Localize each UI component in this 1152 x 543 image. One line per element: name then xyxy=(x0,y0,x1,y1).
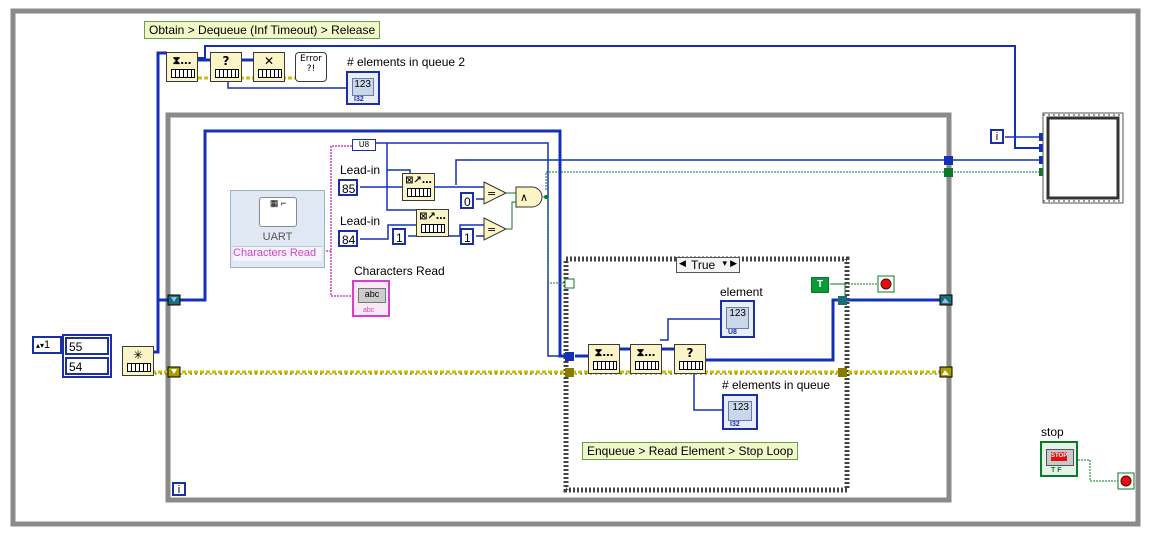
search-array-icon[interactable]: ⊠↗… xyxy=(416,209,449,237)
array-value-2[interactable]: 54 xyxy=(65,357,109,375)
inner-iteration-terminal: i xyxy=(172,482,186,496)
outer-iteration-terminal: i xyxy=(990,129,1004,144)
and-icon: ∧ xyxy=(515,186,543,208)
elements-in-queue-2-label: # elements in queue 2 xyxy=(347,55,466,69)
lead-in-84[interactable]: 84 xyxy=(338,230,358,247)
obtain-queue-icon[interactable]: ⧗… xyxy=(166,52,198,82)
elements-in-queue-indicator: 123 I32 xyxy=(722,394,758,430)
element-label: element xyxy=(720,285,763,299)
to-u8-icon: U8 xyxy=(352,139,376,151)
case-selector[interactable]: ◀ True ▾ ▶ xyxy=(676,257,740,273)
dequeue-icon[interactable]: ? xyxy=(210,52,242,82)
queue-size-constant[interactable]: ▴▾1 xyxy=(32,336,62,354)
film-cluster-indicator xyxy=(1042,112,1124,204)
stop-terminal-icon xyxy=(877,275,895,293)
enqueue-icon[interactable]: ⧗… xyxy=(588,344,620,374)
lead-in-label-1: Lead-in xyxy=(340,163,381,177)
stop-terminal-icon xyxy=(1117,472,1135,490)
obtain-queue-icon[interactable]: ✳ xyxy=(122,346,154,376)
svg-text:∧: ∧ xyxy=(520,191,528,204)
true-constant[interactable]: T xyxy=(811,277,829,293)
one-constant-b[interactable]: 1 xyxy=(460,228,474,245)
characters-read-indicator: abc abc xyxy=(352,280,390,317)
element-indicator: 123 U8 xyxy=(720,300,755,338)
outer-while-loop xyxy=(10,8,1141,527)
zero-constant[interactable]: 0 xyxy=(460,192,474,209)
svg-text:=: = xyxy=(487,223,496,236)
one-constant-a[interactable]: 1 xyxy=(392,228,406,245)
characters-read-label: Characters Read xyxy=(354,264,445,278)
svg-text:=: = xyxy=(487,187,496,200)
inner-comment: Enqueue > Read Element > Stop Loop xyxy=(582,442,799,460)
uart-express-vi-icon[interactable]: ▦ ⌐ UART Characters Read xyxy=(230,190,325,268)
uart-title: UART xyxy=(262,231,293,243)
elements-in-queue-label: # elements in queue xyxy=(722,378,831,392)
queue-status-icon[interactable]: ? xyxy=(674,344,706,374)
uart-port[interactable]: Characters Read xyxy=(233,246,322,261)
elements-in-queue-2-indicator: 123 I32 xyxy=(346,71,380,105)
lead-in-label-2: Lead-in xyxy=(340,214,381,228)
top-comment: Obtain > Dequeue (Inf Timeout) > Release xyxy=(144,21,381,39)
search-array-icon[interactable]: ⊠↗… xyxy=(402,173,435,201)
equal-icon: = xyxy=(483,217,508,241)
stop-button[interactable]: STOP T F xyxy=(1040,441,1078,477)
release-queue-icon[interactable]: ✕ xyxy=(253,52,285,82)
preview-queue-icon[interactable]: ⧗… xyxy=(630,344,662,374)
equal-icon: = xyxy=(483,181,508,205)
stop-label: stop xyxy=(1041,425,1064,439)
error-handler-icon[interactable]: Error?! xyxy=(295,52,327,82)
array-value-1[interactable]: 55 xyxy=(65,337,109,355)
lead-in-85[interactable]: 85 xyxy=(338,179,358,196)
